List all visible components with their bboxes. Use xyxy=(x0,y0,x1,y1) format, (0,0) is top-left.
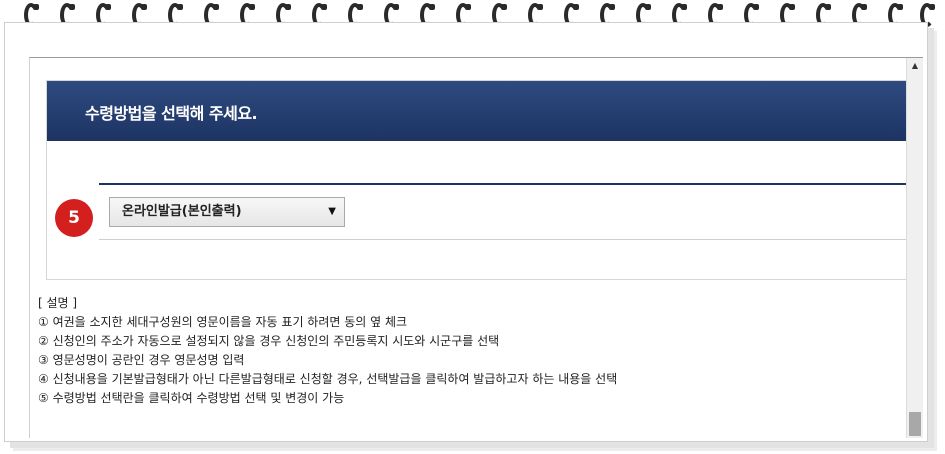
scroll-thumb[interactable] xyxy=(909,412,921,436)
description-section: [ 설명 ] ① 여권을 소지한 세대구성원의 영문이름을 자동 표기 하려면 … xyxy=(38,294,898,408)
description-item: ② 신청인의 주소가 자동으로 설정되지 않을 경우 신청인의 주민등록지 시도… xyxy=(38,334,500,348)
receipt-method-select[interactable]: 온라인발급(본인출력) ▼ xyxy=(109,197,345,227)
browser-viewport: 수령방법을 선택해 주세요. 5 온라인발급(본인출력) ▼ [ 설명 ] ① … xyxy=(29,57,923,438)
page-title: 수령방법을 선택해 주세요. xyxy=(85,104,258,123)
description-item: ⑤ 수령방법 선택란을 클릭하여 수령방법 선택 및 변경이 가능 xyxy=(38,391,345,405)
description-title: [ 설명 ] xyxy=(38,296,78,310)
receipt-method-selected-value: 온라인발급(본인출력) xyxy=(122,204,242,219)
description-item: ④ 신청내용을 기본발급형태가 아닌 다른발급형태로 신청할 경우, 선택발급을… xyxy=(38,372,618,386)
receipt-method-panel: 수령방법을 선택해 주세요. 5 온라인발급(본인출력) ▼ xyxy=(46,80,907,280)
triangle-up-icon[interactable]: ▲ xyxy=(907,58,923,74)
notebook-page: 수령방법을 선택해 주세요. 5 온라인발급(본인출력) ▼ [ 설명 ] ① … xyxy=(4,22,928,442)
receipt-method-row: 온라인발급(본인출력) ▼ xyxy=(99,183,907,240)
vertical-scrollbar[interactable]: ▲ xyxy=(906,58,923,438)
step-badge: 5 xyxy=(55,199,93,237)
panel-header: 수령방법을 선택해 주세요. xyxy=(47,81,907,141)
triangle-down-icon: ▼ xyxy=(328,206,336,217)
description-item: ① 여권을 소지한 세대구성원의 영문이름을 자동 표기 하려면 동의 옆 체크 xyxy=(38,315,408,329)
description-item: ③ 영문성명이 공란인 경우 영문성명 입력 xyxy=(38,353,245,367)
